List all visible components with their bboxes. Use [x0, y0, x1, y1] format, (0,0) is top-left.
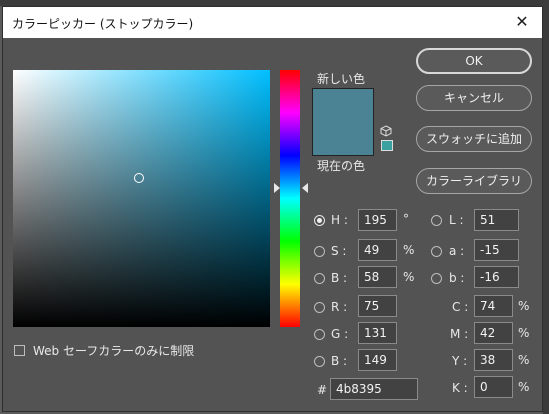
new-color-label: 新しい色: [317, 72, 366, 86]
hex-label: #: [317, 383, 328, 397]
color-libraries-button[interactable]: カラーライブラリ: [416, 168, 532, 194]
black-unit: %: [518, 380, 530, 394]
add-to-swatches-button[interactable]: スウォッチに追加: [416, 126, 532, 152]
hue-slider[interactable]: [280, 70, 300, 327]
rgb-r-label: R :: [331, 300, 348, 314]
rgb-b-radio[interactable]: [314, 356, 325, 367]
red-input[interactable]: [358, 295, 397, 317]
title-bar: カラーピッカー (ストップカラー) ✕: [3, 7, 542, 38]
web-safe-checkbox[interactable]: [14, 345, 25, 356]
cyan-unit: %: [518, 299, 530, 313]
hue-input[interactable]: [358, 209, 397, 231]
lab-a-label: a :: [449, 244, 465, 258]
yellow-unit: %: [518, 353, 530, 367]
hue-slider-handle-right[interactable]: [302, 182, 308, 193]
lab-b-radio[interactable]: [431, 273, 442, 284]
lab-b-label: b :: [449, 271, 465, 285]
rgb-g-radio[interactable]: [314, 329, 325, 340]
new-color-swatch: [312, 88, 374, 123]
close-icon[interactable]: ✕: [512, 11, 532, 33]
green-input[interactable]: [358, 322, 397, 344]
cmyk-c-label: C :: [452, 300, 469, 314]
hsb-s-label: S :: [331, 244, 347, 258]
hsb-s-radio[interactable]: [314, 246, 325, 257]
cmyk-k-label: K :: [452, 381, 468, 395]
cmyk-y-label: Y :: [452, 354, 468, 368]
rgb-g-label: G :: [331, 327, 349, 341]
web-safe-label: Web セーフカラーのみに制限: [33, 344, 195, 358]
current-color-swatch[interactable]: [312, 122, 374, 156]
magenta-unit: %: [518, 326, 530, 340]
hue-slider-handle-left[interactable]: [274, 182, 280, 193]
dialog-title: カラーピッカー (ストップカラー): [12, 17, 194, 31]
rgb-r-radio[interactable]: [314, 302, 325, 313]
saturation-unit: %: [403, 243, 415, 257]
brightness-unit: %: [403, 270, 415, 284]
hsb-b-label: B :: [331, 271, 348, 285]
yellow-input[interactable]: [474, 349, 513, 371]
lab-l-label: L :: [449, 213, 464, 227]
rgb-b-label: B :: [331, 354, 348, 368]
black-input[interactable]: [474, 376, 513, 398]
color-field-marker[interactable]: [133, 172, 144, 183]
color-picker-dialog: カラーピッカー (ストップカラー) ✕ 新しい色 現在の色 OK キャンセル ス…: [2, 6, 543, 412]
blue-input[interactable]: [358, 349, 397, 371]
saturation-input[interactable]: [358, 239, 397, 261]
hsb-b-radio[interactable]: [314, 273, 325, 284]
lab-a-input[interactable]: [474, 239, 519, 261]
lab-b-input[interactable]: [474, 266, 519, 288]
cancel-button[interactable]: キャンセル: [416, 85, 532, 111]
current-color-label: 現在の色: [317, 159, 366, 173]
hsb-h-label: H :: [331, 213, 348, 227]
hex-input[interactable]: [330, 378, 418, 400]
lab-l-input[interactable]: [474, 209, 519, 231]
magenta-input[interactable]: [474, 322, 513, 344]
print-gamut-cube-icon[interactable]: [380, 125, 392, 140]
lab-l-radio[interactable]: [431, 215, 442, 226]
websafe-swatch[interactable]: [381, 140, 393, 151]
hue-unit: °: [403, 212, 409, 226]
cyan-input[interactable]: [474, 295, 513, 317]
hsb-h-radio[interactable]: [314, 215, 325, 226]
color-field[interactable]: [13, 70, 270, 327]
lab-a-radio[interactable]: [431, 246, 442, 257]
ok-button[interactable]: OK: [416, 48, 532, 74]
cmyk-m-label: M :: [450, 327, 469, 341]
brightness-input[interactable]: [358, 266, 397, 288]
background-edge: [543, 0, 549, 414]
